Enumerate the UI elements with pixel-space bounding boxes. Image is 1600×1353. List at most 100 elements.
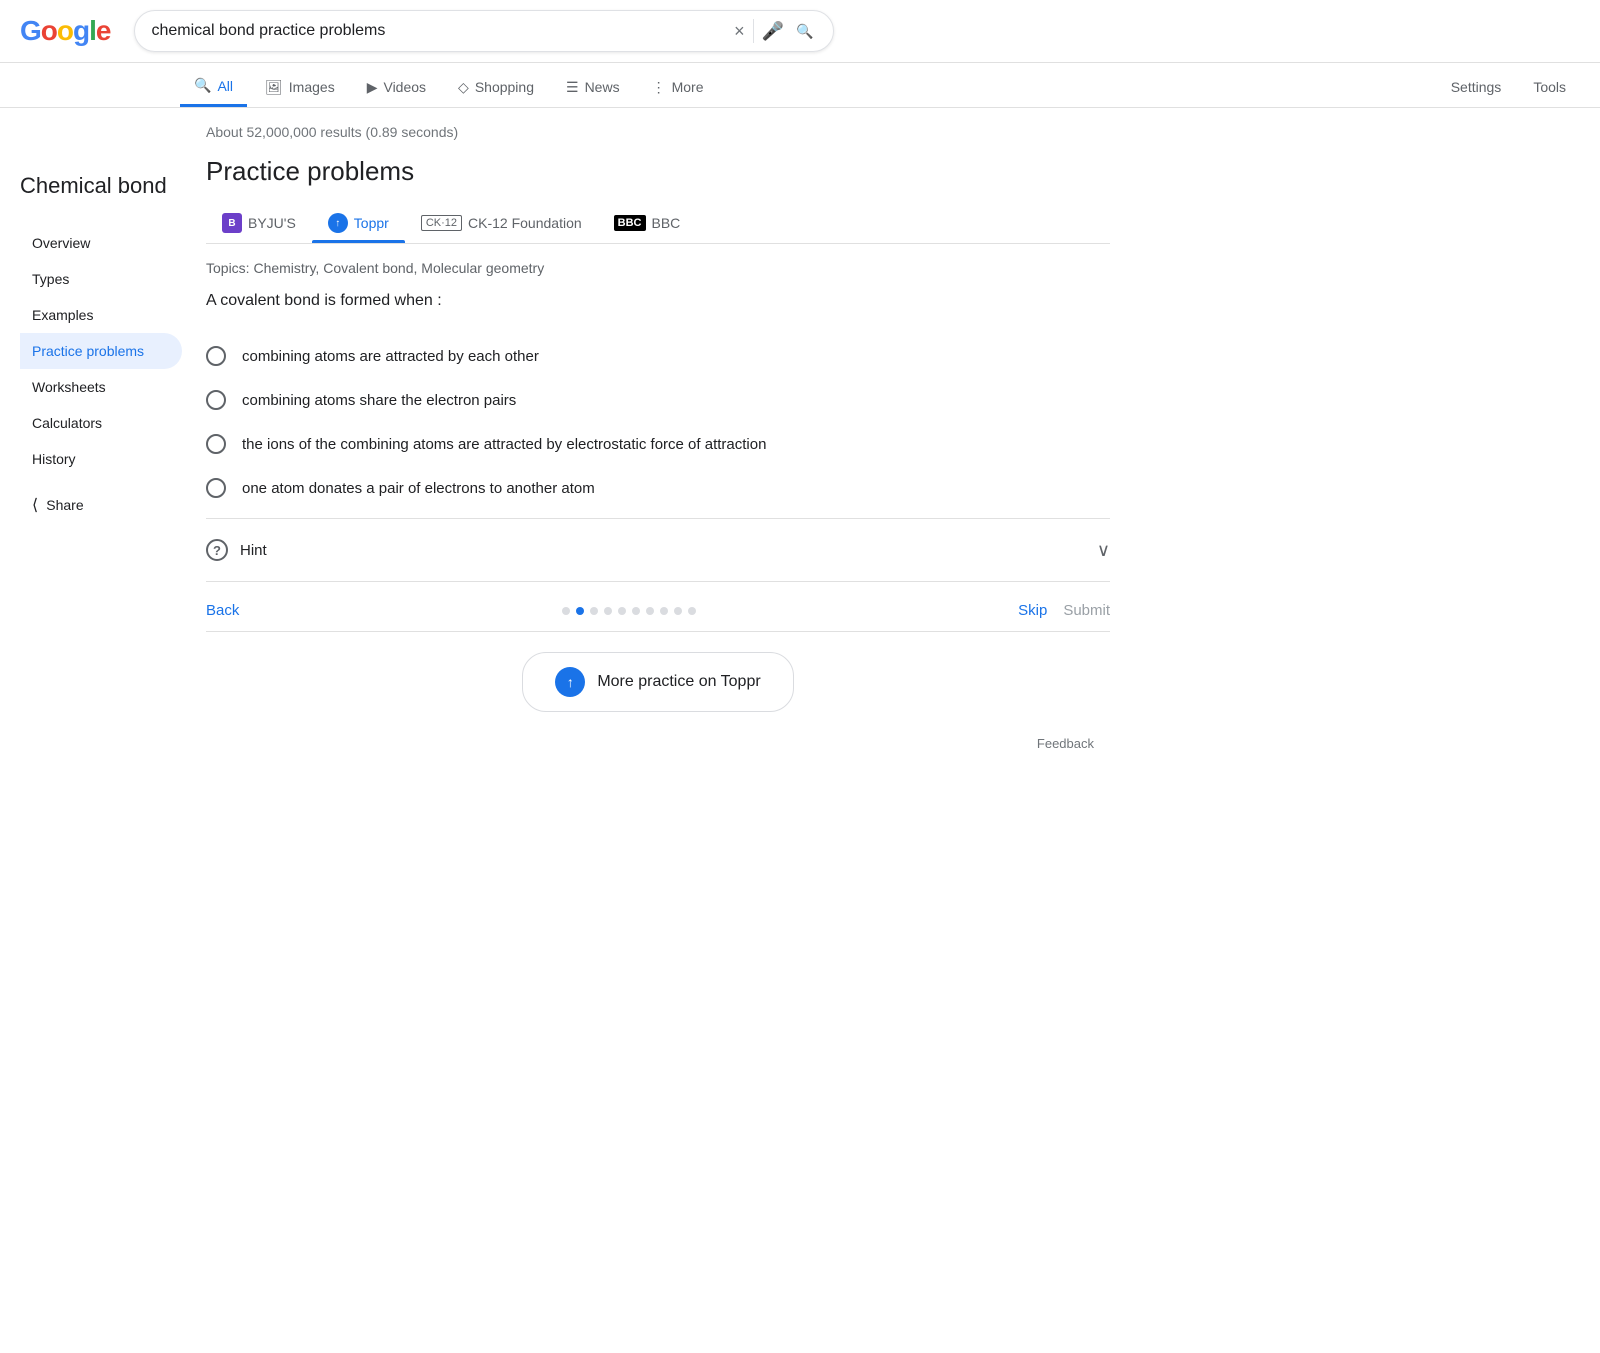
tools-button[interactable]: Tools [1519, 69, 1580, 105]
search-input[interactable] [151, 22, 726, 40]
logo-l: l [89, 15, 96, 47]
answer-option-c[interactable]: the ions of the combining atoms are attr… [206, 422, 1110, 466]
dot-5 [618, 607, 626, 615]
tab-videos-icon: ▶ [367, 79, 378, 96]
more-practice-label: More practice on Toppr [597, 673, 760, 691]
tab-more[interactable]: ⋮ More [638, 69, 718, 106]
bbc-icon: BBC [614, 215, 646, 231]
hint-icon: ? [206, 539, 228, 561]
google-logo: Google [20, 15, 110, 47]
sidebar-item-calculators[interactable]: Calculators [20, 405, 182, 441]
tab-news-icon: ☰ [566, 79, 579, 96]
sidebar-item-overview[interactable]: Overview [20, 225, 182, 261]
tab-news[interactable]: ☰ News [552, 69, 634, 106]
answer-option-d[interactable]: one atom donates a pair of electrons to … [206, 466, 1110, 510]
search-tabs: 🔍 All 🖼 Images ▶ Videos ◇ Shopping ☰ New… [0, 63, 1600, 108]
tab-shopping-icon: ◇ [458, 79, 469, 96]
settings-button[interactable]: Settings [1437, 69, 1516, 105]
quiz-navigation: Back Skip Submit [206, 590, 1110, 631]
toppr-icon: ↑ [328, 213, 348, 233]
feedback-area: Feedback [206, 728, 1110, 759]
content-area: About 52,000,000 results (0.89 seconds) … [190, 124, 1110, 759]
nav-divider [206, 581, 1110, 582]
sidebar-item-history[interactable]: History [20, 441, 182, 477]
radio-d[interactable] [206, 478, 226, 498]
search-button[interactable]: 🔍 [792, 23, 817, 40]
header: Google × 🎤 🔍 [0, 0, 1600, 63]
tab-more-icon: ⋮ [652, 79, 666, 96]
logo-o1: o [41, 15, 57, 47]
tab-all-label: All [217, 78, 233, 94]
share-button[interactable]: ⟨ Share [20, 485, 190, 525]
logo-g2: g [73, 15, 89, 47]
search-divider [753, 19, 754, 43]
bbc-label: BBC [652, 215, 681, 231]
main-layout: Chemical bond Overview Types Examples Pr… [0, 108, 1600, 775]
submit-button: Submit [1063, 602, 1110, 619]
tab-more-label: More [672, 79, 704, 95]
tab-shopping-label: Shopping [475, 79, 534, 95]
tab-images[interactable]: 🖼 Images [251, 69, 349, 106]
logo-g1: G [20, 15, 41, 47]
settings-label: Settings [1451, 79, 1502, 95]
hint-label: Hint [240, 542, 1085, 559]
section-title: Practice problems [206, 156, 1110, 187]
sidebar-nav: Overview Types Examples Practice problem… [20, 225, 190, 477]
dot-7 [646, 607, 654, 615]
tab-videos[interactable]: ▶ Videos [353, 69, 440, 106]
sidebar-item-examples[interactable]: Examples [20, 297, 182, 333]
answer-option-b[interactable]: combining atoms share the electron pairs [206, 378, 1110, 422]
dot-1 [562, 607, 570, 615]
share-label: Share [46, 497, 83, 513]
source-tab-byjus[interactable]: B BYJU'S [206, 203, 312, 243]
results-count: About 52,000,000 results (0.89 seconds) [206, 124, 1110, 140]
toppr-button-icon: ↑ [555, 667, 585, 697]
dot-6 [632, 607, 640, 615]
radio-a[interactable] [206, 346, 226, 366]
dot-3 [590, 607, 598, 615]
answer-text-d: one atom donates a pair of electrons to … [242, 480, 595, 497]
tab-shopping[interactable]: ◇ Shopping [444, 69, 548, 106]
search-bar: × 🎤 🔍 [134, 10, 834, 52]
hint-chevron-icon: ∨ [1097, 540, 1110, 561]
dot-9 [674, 607, 682, 615]
byjus-icon: B [222, 213, 242, 233]
mic-icon[interactable]: 🎤 [762, 21, 784, 42]
answer-option-a[interactable]: combining atoms are attracted by each ot… [206, 334, 1110, 378]
tab-all[interactable]: 🔍 All [180, 67, 247, 107]
tab-images-label: Images [289, 79, 335, 95]
source-tabs: B BYJU'S ↑ Toppr CK·12 CK-12 Foundation … [206, 203, 1110, 244]
sidebar: Chemical bond Overview Types Examples Pr… [20, 124, 190, 759]
hint-row[interactable]: ? Hint ∨ [206, 527, 1110, 573]
tab-images-icon: 🖼 [265, 79, 283, 96]
dot-8 [660, 607, 668, 615]
question-text: A covalent bond is formed when : [206, 292, 1110, 310]
skip-button[interactable]: Skip [1018, 602, 1047, 619]
more-practice-section: ↑ More practice on Toppr [206, 636, 1110, 728]
radio-b[interactable] [206, 390, 226, 410]
navigation-dots [239, 607, 1018, 615]
answer-text-b: combining atoms share the electron pairs [242, 392, 516, 409]
share-icon: ⟨ [32, 495, 38, 515]
tab-videos-label: Videos [383, 79, 426, 95]
ck12-label: CK-12 Foundation [468, 215, 582, 231]
topics-line: Topics: Chemistry, Covalent bond, Molecu… [206, 260, 1110, 276]
feedback-button[interactable]: Feedback [1037, 736, 1094, 751]
dot-4 [604, 607, 612, 615]
radio-c[interactable] [206, 434, 226, 454]
clear-icon[interactable]: × [734, 21, 745, 42]
sidebar-item-worksheets[interactable]: Worksheets [20, 369, 182, 405]
logo-e: e [96, 15, 111, 47]
toppr-label: Toppr [354, 215, 389, 231]
answer-text-a: combining atoms are attracted by each ot… [242, 348, 539, 365]
source-tab-bbc[interactable]: BBC BBC [598, 205, 697, 241]
tab-news-label: News [585, 79, 620, 95]
source-tab-ck12[interactable]: CK·12 CK-12 Foundation [405, 205, 598, 241]
sidebar-item-types[interactable]: Types [20, 261, 182, 297]
back-button[interactable]: Back [206, 602, 239, 619]
sidebar-item-practice[interactable]: Practice problems [20, 333, 182, 369]
dot-10 [688, 607, 696, 615]
more-practice-divider [206, 631, 1110, 632]
more-practice-button[interactable]: ↑ More practice on Toppr [522, 652, 793, 712]
source-tab-toppr[interactable]: ↑ Toppr [312, 203, 405, 243]
